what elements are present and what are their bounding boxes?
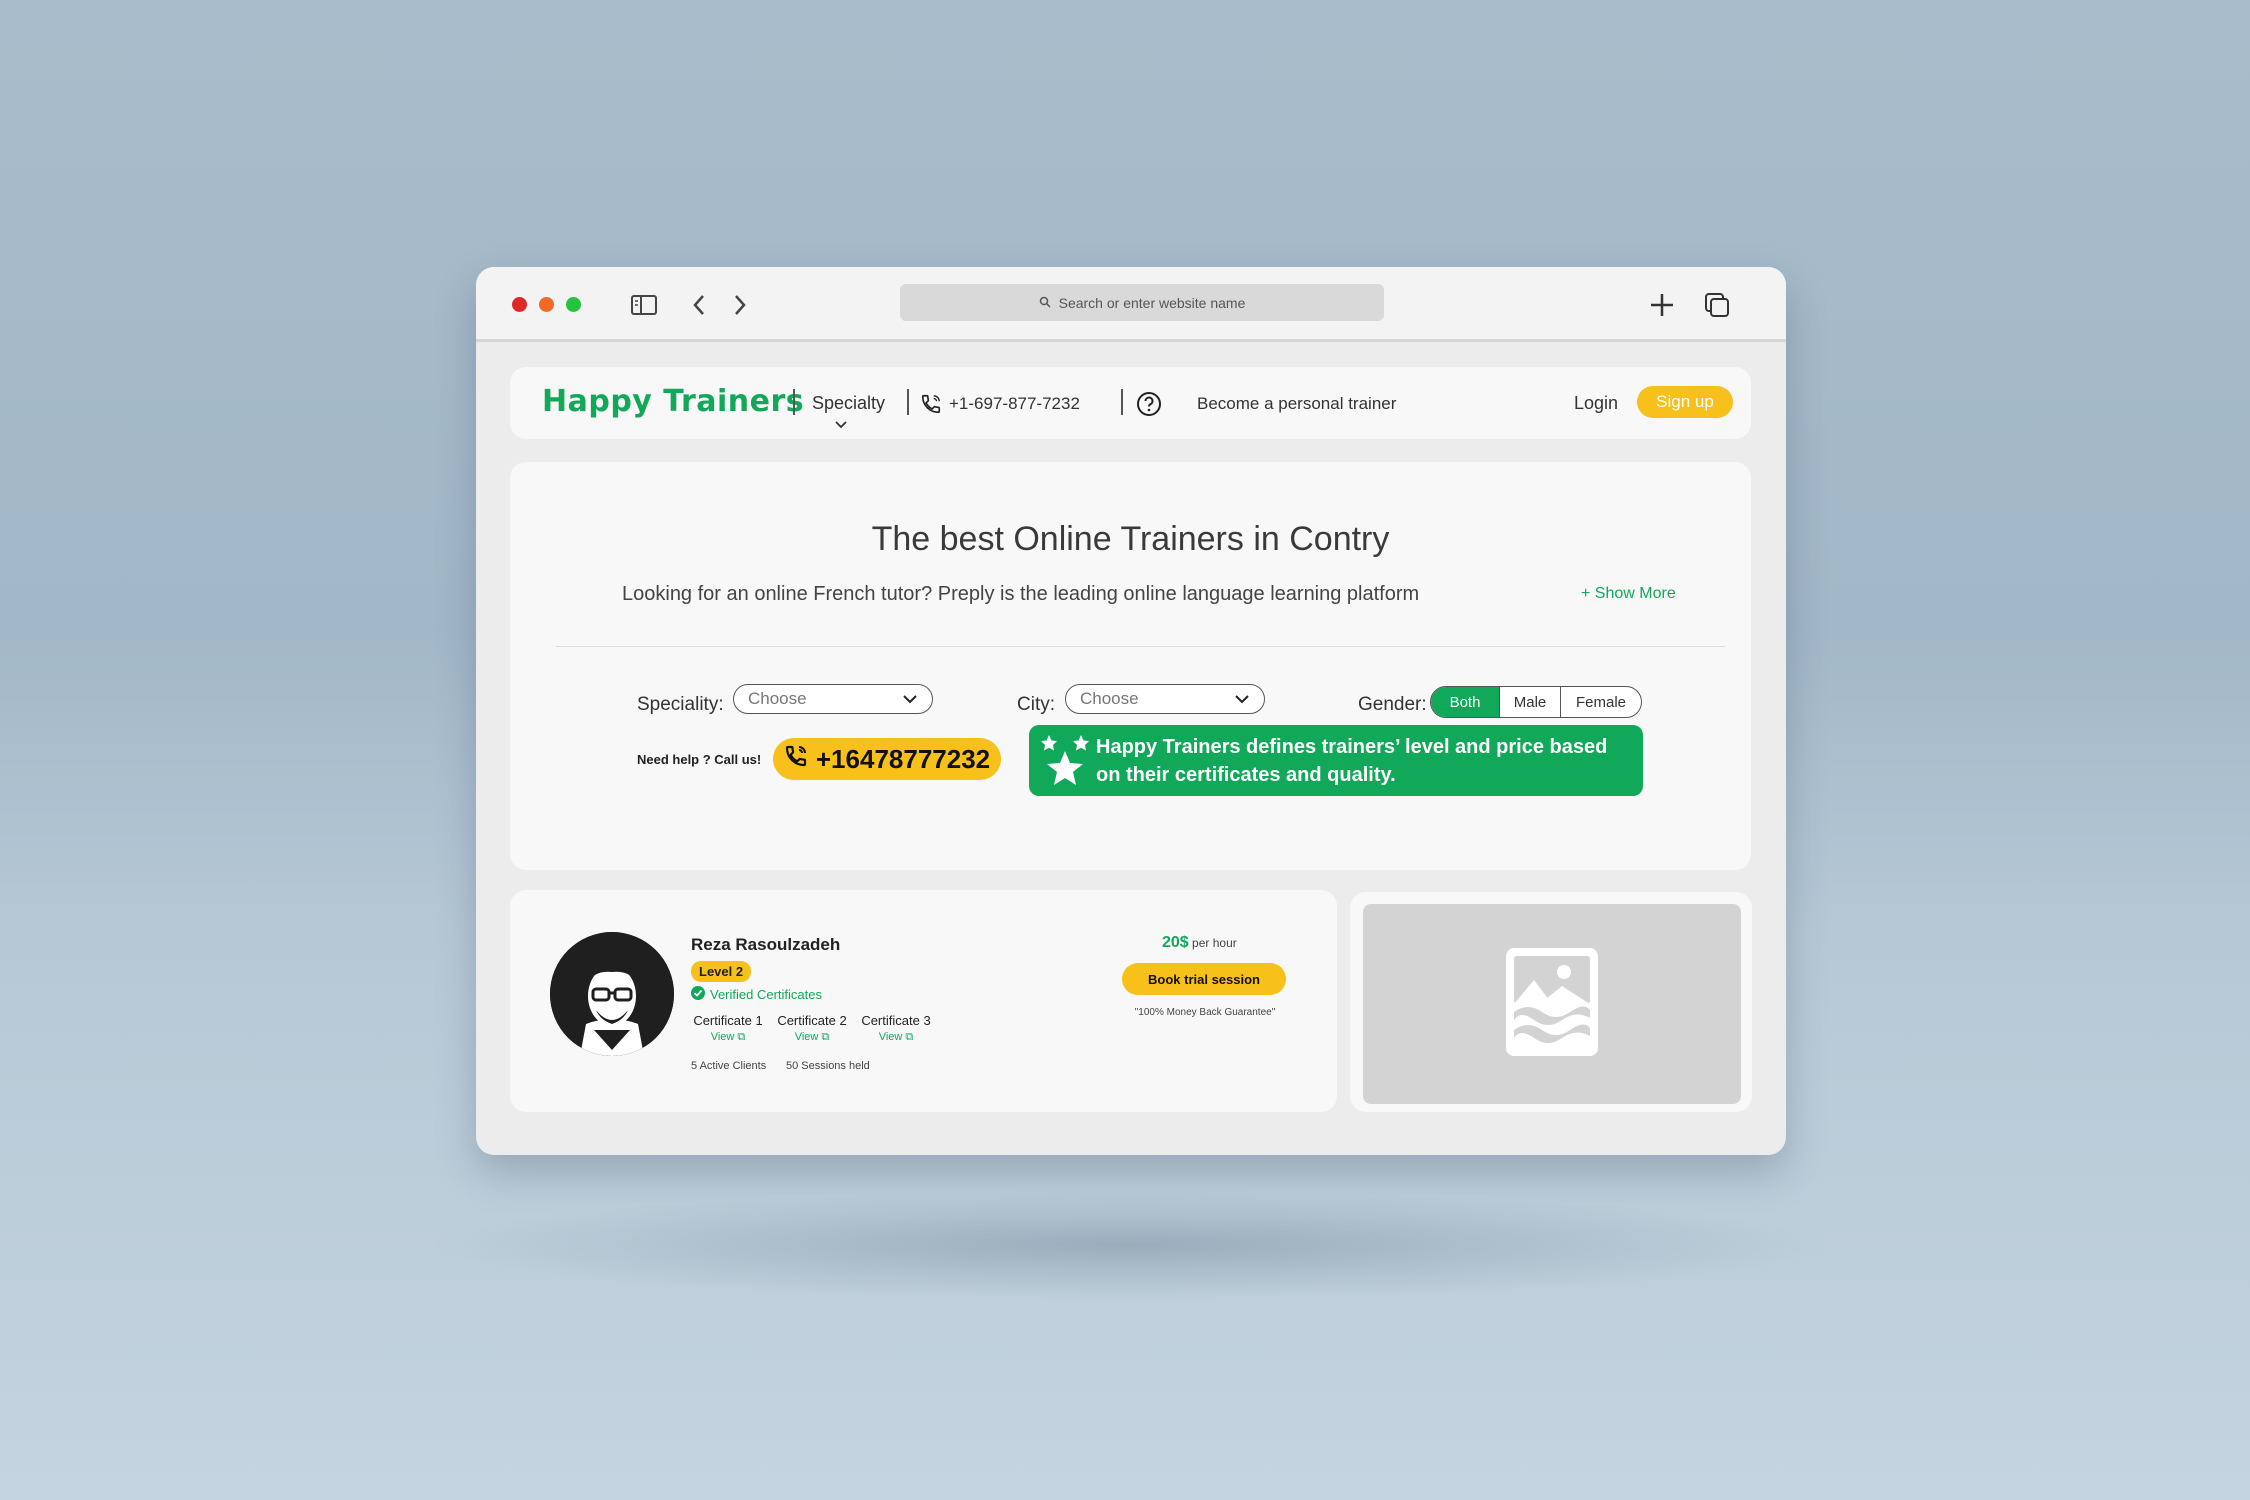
browser-window: Search or enter website name Happy Train… (476, 267, 1786, 1155)
active-clients: 5 Active Clients (691, 1060, 767, 1072)
certificate-item: Certificate 3 View ⧉ (854, 1013, 938, 1044)
guarantee-text: "100% Money Back Guarantee" (1134, 1007, 1276, 1018)
minimize-window-button[interactable] (539, 297, 554, 312)
speciality-select[interactable]: Choose (733, 684, 933, 714)
certificate-title: Certificate 1 (693, 1013, 763, 1028)
nav-divider (907, 389, 909, 415)
hero-subtitle: Looking for an online French tutor? Prep… (622, 583, 1420, 605)
nav-phone-number[interactable]: +1-697-877-7232 (949, 394, 1080, 414)
new-tab-icon[interactable] (1646, 289, 1678, 321)
check-badge-icon (691, 986, 705, 1003)
city-select-value: Choose (1080, 689, 1139, 708)
price: 20$ per hour (1162, 934, 1237, 952)
phone-icon (920, 393, 942, 420)
trainer-card[interactable]: Reza Rasoulzadeh Level 2 Verified Certif… (510, 890, 1337, 1112)
page-title: The best Online Trainers in Contry (871, 520, 1390, 558)
sessions-held: 50 Sessions held (786, 1060, 870, 1072)
help-phone-number: +16478777232 (815, 743, 991, 774)
city-label: City: (1017, 694, 1055, 715)
nav-divider (1121, 389, 1123, 415)
site-navbar: Happy Trainers Specialty +1-697-877-7232… (510, 367, 1751, 439)
specialty-menu[interactable]: Specialty (812, 393, 885, 414)
view-label: View (710, 1031, 735, 1043)
external-link-icon: ⧉ (821, 1031, 830, 1043)
avatar (550, 932, 674, 1056)
address-placeholder: Search or enter website name (1058, 294, 1246, 311)
search-icon (1039, 295, 1051, 311)
verified-text: Verified Certificates (710, 987, 822, 1002)
certificate-title: Certificate 3 (861, 1013, 931, 1028)
gender-option-female[interactable]: Female (1560, 687, 1641, 717)
price-value: 20$ (1162, 934, 1189, 951)
external-link-icon: ⧉ (905, 1031, 914, 1043)
browser-toolbar: Search or enter website name (476, 267, 1786, 342)
certificate-view-link[interactable]: View ⧉ (854, 1031, 938, 1044)
nav-divider (793, 389, 795, 415)
tabs-overview-icon[interactable] (1701, 289, 1733, 321)
certificate-view-link[interactable]: View ⧉ (686, 1031, 770, 1044)
address-bar[interactable]: Search or enter website name (900, 284, 1384, 321)
certificate-title: Certificate 2 (777, 1013, 847, 1028)
phone-icon (784, 744, 808, 775)
show-more-link[interactable]: + Show More (1581, 585, 1676, 603)
gender-label: Gender: (1358, 694, 1427, 715)
become-trainer-link[interactable]: Become a personal trainer (1197, 394, 1396, 414)
certificate-item: Certificate 2 View ⧉ (770, 1013, 854, 1044)
gender-toggle: Both Male Female (1430, 686, 1642, 718)
level-badge: Level 2 (691, 961, 752, 982)
forward-icon[interactable] (724, 289, 756, 321)
stars-icon (1039, 733, 1091, 797)
maximize-window-button[interactable] (566, 297, 581, 312)
hero-section: The best Online Trainers in Contry Looki… (510, 462, 1751, 870)
chevron-down-icon (902, 689, 918, 709)
divider (556, 646, 1725, 647)
speciality-label: Speciality: (637, 694, 724, 715)
info-banner-text: Happy Trainers defines trainers’ level a… (1096, 736, 1608, 786)
back-icon[interactable] (683, 289, 715, 321)
image-placeholder (1363, 904, 1741, 1104)
external-link-icon: ⧉ (737, 1031, 746, 1043)
login-link[interactable]: Login (1574, 393, 1618, 414)
certificate-item: Certificate 1 View ⧉ (686, 1013, 770, 1044)
sidebar-icon[interactable] (628, 289, 660, 321)
help-icon[interactable] (1136, 391, 1162, 422)
trainer-name[interactable]: Reza Rasoulzadeh (691, 935, 840, 955)
speciality-select-value: Choose (748, 689, 807, 708)
image-icon (1504, 946, 1600, 1063)
gender-option-male[interactable]: Male (1499, 687, 1560, 717)
signup-button[interactable]: Sign up (1637, 386, 1733, 418)
call-us-button[interactable]: +16478777232 (773, 738, 1001, 780)
gender-option-both[interactable]: Both (1431, 687, 1499, 717)
verified-certificates: Verified Certificates (691, 986, 822, 1003)
help-text: Need help ? Call us! (637, 752, 762, 767)
view-label: View (878, 1031, 903, 1043)
price-unit: per hour (1192, 936, 1237, 950)
close-window-button[interactable] (512, 297, 527, 312)
chevron-down-icon (1234, 689, 1250, 709)
page-content: Happy Trainers Specialty +1-697-877-7232… (476, 342, 1786, 1155)
site-logo[interactable]: Happy Trainers (542, 384, 804, 419)
info-banner: Happy Trainers defines trainers’ level a… (1029, 725, 1643, 796)
floor-shadow (420, 1190, 1840, 1300)
book-trial-button[interactable]: Book trial session (1122, 963, 1286, 995)
view-label: View (794, 1031, 819, 1043)
media-card (1350, 892, 1752, 1112)
certificate-view-link[interactable]: View ⧉ (770, 1031, 854, 1044)
city-select[interactable]: Choose (1065, 684, 1265, 714)
chevron-down-icon (834, 416, 848, 434)
